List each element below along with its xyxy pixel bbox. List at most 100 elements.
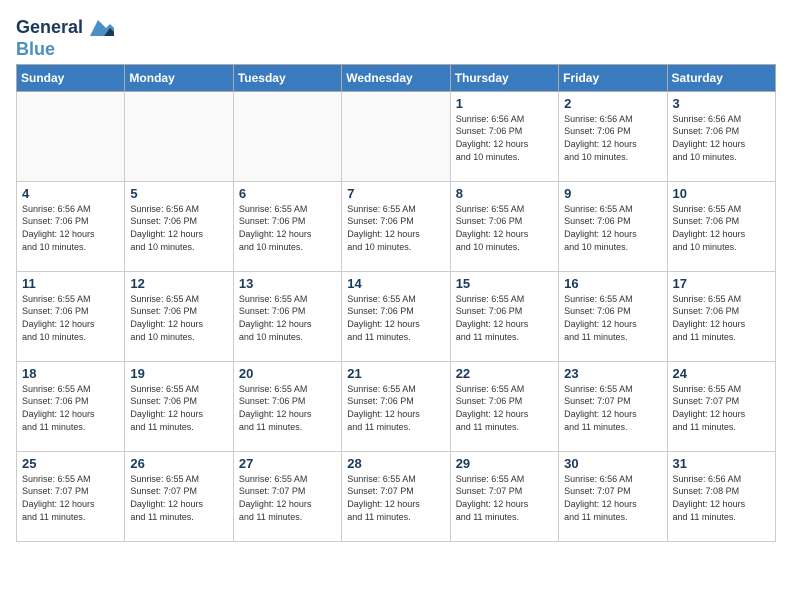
day-info: Sunrise: 6:55 AM Sunset: 7:06 PM Dayligh… <box>564 203 661 253</box>
day-info: Sunrise: 6:55 AM Sunset: 7:06 PM Dayligh… <box>347 203 444 253</box>
day-info: Sunrise: 6:55 AM Sunset: 7:06 PM Dayligh… <box>239 383 336 433</box>
day-number: 5 <box>130 186 227 201</box>
col-header-sunday: Sunday <box>17 64 125 91</box>
calendar-cell: 28 Sunrise: 6:55 AM Sunset: 7:07 PM Dayli… <box>342 451 450 541</box>
day-info: Sunrise: 6:55 AM Sunset: 7:07 PM Dayligh… <box>347 473 444 523</box>
week-row: 4 Sunrise: 6:56 AM Sunset: 7:06 PM Daylig… <box>17 181 776 271</box>
week-row: 11 Sunrise: 6:55 AM Sunset: 7:06 PM Dayli… <box>17 271 776 361</box>
day-number: 28 <box>347 456 444 471</box>
day-info: Sunrise: 6:55 AM Sunset: 7:06 PM Dayligh… <box>456 293 553 343</box>
day-number: 19 <box>130 366 227 381</box>
calendar-cell <box>342 91 450 181</box>
calendar-cell: 15 Sunrise: 6:55 AM Sunset: 7:06 PM Dayli… <box>450 271 558 361</box>
calendar-cell: 9 Sunrise: 6:55 AM Sunset: 7:06 PM Daylig… <box>559 181 667 271</box>
day-info: Sunrise: 6:55 AM Sunset: 7:07 PM Dayligh… <box>673 383 770 433</box>
day-number: 6 <box>239 186 336 201</box>
calendar-cell: 13 Sunrise: 6:55 AM Sunset: 7:06 PM Dayli… <box>233 271 341 361</box>
col-header-wednesday: Wednesday <box>342 64 450 91</box>
day-info: Sunrise: 6:56 AM Sunset: 7:06 PM Dayligh… <box>673 113 770 163</box>
day-info: Sunrise: 6:56 AM Sunset: 7:06 PM Dayligh… <box>456 113 553 163</box>
day-number: 12 <box>130 276 227 291</box>
day-info: Sunrise: 6:55 AM Sunset: 7:06 PM Dayligh… <box>22 383 119 433</box>
day-info: Sunrise: 6:55 AM Sunset: 7:06 PM Dayligh… <box>456 203 553 253</box>
day-info: Sunrise: 6:55 AM Sunset: 7:06 PM Dayligh… <box>130 383 227 433</box>
col-header-tuesday: Tuesday <box>233 64 341 91</box>
calendar-cell: 4 Sunrise: 6:56 AM Sunset: 7:06 PM Daylig… <box>17 181 125 271</box>
calendar-cell: 23 Sunrise: 6:55 AM Sunset: 7:07 PM Dayli… <box>559 361 667 451</box>
calendar-cell: 6 Sunrise: 6:55 AM Sunset: 7:06 PM Daylig… <box>233 181 341 271</box>
day-info: Sunrise: 6:55 AM Sunset: 7:07 PM Dayligh… <box>239 473 336 523</box>
day-number: 15 <box>456 276 553 291</box>
logo: General Blue <box>16 16 114 60</box>
week-row: 1 Sunrise: 6:56 AM Sunset: 7:06 PM Daylig… <box>17 91 776 181</box>
calendar-cell: 22 Sunrise: 6:55 AM Sunset: 7:06 PM Dayli… <box>450 361 558 451</box>
logo-line2: Blue <box>16 40 114 60</box>
day-number: 4 <box>22 186 119 201</box>
day-info: Sunrise: 6:55 AM Sunset: 7:07 PM Dayligh… <box>22 473 119 523</box>
col-header-friday: Friday <box>559 64 667 91</box>
calendar-cell: 26 Sunrise: 6:55 AM Sunset: 7:07 PM Dayli… <box>125 451 233 541</box>
day-info: Sunrise: 6:55 AM Sunset: 7:06 PM Dayligh… <box>564 293 661 343</box>
day-number: 14 <box>347 276 444 291</box>
week-row: 25 Sunrise: 6:55 AM Sunset: 7:07 PM Dayli… <box>17 451 776 541</box>
day-number: 9 <box>564 186 661 201</box>
day-number: 26 <box>130 456 227 471</box>
calendar-cell: 2 Sunrise: 6:56 AM Sunset: 7:06 PM Daylig… <box>559 91 667 181</box>
calendar-cell: 11 Sunrise: 6:55 AM Sunset: 7:06 PM Dayli… <box>17 271 125 361</box>
col-header-saturday: Saturday <box>667 64 775 91</box>
day-info: Sunrise: 6:55 AM Sunset: 7:06 PM Dayligh… <box>239 203 336 253</box>
day-info: Sunrise: 6:55 AM Sunset: 7:06 PM Dayligh… <box>347 293 444 343</box>
day-info: Sunrise: 6:56 AM Sunset: 7:08 PM Dayligh… <box>673 473 770 523</box>
calendar-cell: 7Sunrise: 6:55 AM Sunset: 7:06 PM Daylig… <box>342 181 450 271</box>
day-info: Sunrise: 6:55 AM Sunset: 7:06 PM Dayligh… <box>673 293 770 343</box>
day-info: Sunrise: 6:55 AM Sunset: 7:06 PM Dayligh… <box>673 203 770 253</box>
day-info: Sunrise: 6:56 AM Sunset: 7:07 PM Dayligh… <box>564 473 661 523</box>
calendar-cell <box>125 91 233 181</box>
calendar-cell: 21 Sunrise: 6:55 AM Sunset: 7:06 PM Dayli… <box>342 361 450 451</box>
day-info: Sunrise: 6:55 AM Sunset: 7:06 PM Dayligh… <box>239 293 336 343</box>
day-number: 20 <box>239 366 336 381</box>
col-header-thursday: Thursday <box>450 64 558 91</box>
day-info: Sunrise: 6:55 AM Sunset: 7:06 PM Dayligh… <box>456 383 553 433</box>
calendar-cell: 3 Sunrise: 6:56 AM Sunset: 7:06 PM Daylig… <box>667 91 775 181</box>
day-info: Sunrise: 6:55 AM Sunset: 7:07 PM Dayligh… <box>130 473 227 523</box>
calendar-cell: 8Sunrise: 6:55 AM Sunset: 7:06 PM Daylig… <box>450 181 558 271</box>
calendar-cell: 31 Sunrise: 6:56 AM Sunset: 7:08 PM Dayli… <box>667 451 775 541</box>
calendar-cell: 30 Sunrise: 6:56 AM Sunset: 7:07 PM Dayli… <box>559 451 667 541</box>
calendar-cell: 14 Sunrise: 6:55 AM Sunset: 7:06 PM Dayli… <box>342 271 450 361</box>
calendar-cell: 1 Sunrise: 6:56 AM Sunset: 7:06 PM Daylig… <box>450 91 558 181</box>
logo-line1: General <box>16 16 114 40</box>
calendar-cell: 10 Sunrise: 6:55 AM Sunset: 7:06 PM Dayli… <box>667 181 775 271</box>
day-info: Sunrise: 6:55 AM Sunset: 7:06 PM Dayligh… <box>130 293 227 343</box>
day-number: 21 <box>347 366 444 381</box>
day-info: Sunrise: 6:55 AM Sunset: 7:06 PM Dayligh… <box>347 383 444 433</box>
calendar-cell: 17Sunrise: 6:55 AM Sunset: 7:06 PM Dayli… <box>667 271 775 361</box>
day-number: 27 <box>239 456 336 471</box>
calendar-cell: 20 Sunrise: 6:55 AM Sunset: 7:06 PM Dayli… <box>233 361 341 451</box>
calendar: SundayMondayTuesdayWednesdayThursdayFrid… <box>16 64 776 542</box>
day-info: Sunrise: 6:55 AM Sunset: 7:07 PM Dayligh… <box>456 473 553 523</box>
day-number: 3 <box>673 96 770 111</box>
day-number: 31 <box>673 456 770 471</box>
day-number: 23 <box>564 366 661 381</box>
calendar-cell: 27 Sunrise: 6:55 AM Sunset: 7:07 PM Dayli… <box>233 451 341 541</box>
calendar-cell: 24Sunrise: 6:55 AM Sunset: 7:07 PM Dayli… <box>667 361 775 451</box>
calendar-cell: 29Sunrise: 6:55 AM Sunset: 7:07 PM Dayli… <box>450 451 558 541</box>
day-number: 30 <box>564 456 661 471</box>
day-number: 1 <box>456 96 553 111</box>
calendar-cell: 25 Sunrise: 6:55 AM Sunset: 7:07 PM Dayli… <box>17 451 125 541</box>
day-info: Sunrise: 6:56 AM Sunset: 7:06 PM Dayligh… <box>130 203 227 253</box>
day-info: Sunrise: 6:55 AM Sunset: 7:06 PM Dayligh… <box>22 293 119 343</box>
day-number: 10 <box>673 186 770 201</box>
calendar-cell: 12 Sunrise: 6:55 AM Sunset: 7:06 PM Dayli… <box>125 271 233 361</box>
day-number: 22 <box>456 366 553 381</box>
day-number: 13 <box>239 276 336 291</box>
day-number: 2 <box>564 96 661 111</box>
day-number: 18 <box>22 366 119 381</box>
calendar-cell: 16Sunrise: 6:55 AM Sunset: 7:06 PM Dayli… <box>559 271 667 361</box>
day-info: Sunrise: 6:56 AM Sunset: 7:06 PM Dayligh… <box>22 203 119 253</box>
day-number: 11 <box>22 276 119 291</box>
day-info: Sunrise: 6:55 AM Sunset: 7:07 PM Dayligh… <box>564 383 661 433</box>
day-info: Sunrise: 6:56 AM Sunset: 7:06 PM Dayligh… <box>564 113 661 163</box>
day-number: 25 <box>22 456 119 471</box>
